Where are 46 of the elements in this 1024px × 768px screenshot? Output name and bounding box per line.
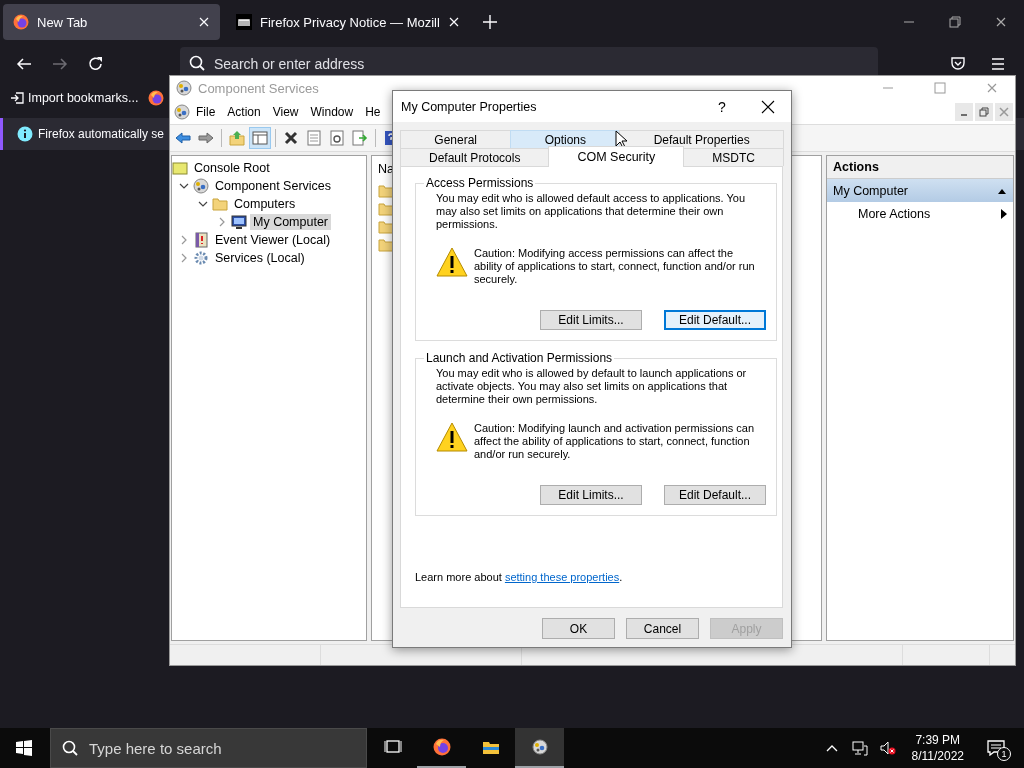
menu-item[interactable]: Action: [221, 105, 267, 119]
menu-item[interactable]: He: [359, 105, 387, 119]
menu-item[interactable]: Window: [304, 105, 360, 119]
description-text: You may edit who is allowed default access to applications. You may also set limits on applications that determine their own permissions.: [436, 192, 746, 231]
tree-item[interactable]: Console Root: [191, 160, 273, 176]
tree-item[interactable]: Event Viewer (Local): [212, 232, 334, 248]
edit-button[interactable]: Edit Limits...: [540, 310, 642, 330]
dialog-button[interactable]: OK: [542, 618, 615, 639]
menu-item[interactable]: View: [266, 105, 305, 119]
actions-header: Actions: [827, 156, 1013, 179]
edit-button[interactable]: Edit Limits...: [540, 485, 642, 505]
menu-item[interactable]: File: [190, 105, 222, 119]
dialog-title: My Computer Properties: [401, 99, 538, 114]
learn-more-text: Learn more about setting these properties.: [415, 571, 624, 583]
edit-button[interactable]: Edit Default...: [664, 310, 766, 330]
bookmark-item[interactable]: Import bookmarks...: [10, 91, 139, 105]
dialog-tab[interactable]: COM Security: [548, 146, 685, 167]
dialog-tab[interactable]: MSDTC: [683, 148, 784, 166]
dialog-button[interactable]: Cancel: [626, 618, 699, 639]
notification-count: 1: [997, 747, 1011, 761]
actions-section[interactable]: My Computer: [827, 179, 1013, 202]
action-item[interactable]: More Actions: [827, 202, 1013, 226]
dialog-tab[interactable]: Default Protocols: [400, 148, 550, 166]
dialog-tab[interactable]: Default Properties: [619, 130, 784, 148]
caution-text: Caution: Modifying access permissions can affect the ability of applications to start, connect, function and/or run securely.: [474, 247, 756, 286]
browser-tab[interactable]: New Tab: [3, 4, 220, 40]
help-button[interactable]: ?: [699, 98, 745, 115]
tree-item[interactable]: My Computer: [250, 214, 332, 230]
tree-item[interactable]: Services (Local): [212, 250, 308, 266]
address-field[interactable]: Search or enter address: [180, 47, 878, 75]
edit-button[interactable]: Edit Default...: [664, 485, 766, 505]
notifications-button[interactable]: 1: [976, 728, 1016, 768]
clock-date[interactable]: 8/11/2022: [911, 748, 964, 764]
dialog-tab[interactable]: Options: [510, 130, 621, 148]
browser-tab[interactable]: Firefox Privacy Notice — Mozill: [226, 4, 470, 40]
description-text: You may edit who is allowed by default to launch applications or activate objects. You may also set limits on applications that determine their own permissions.: [436, 367, 748, 406]
group-title: Launch and Activation Permissions: [425, 351, 614, 365]
caution-text: Caution: Modifying launch and activation permissions can affect the ability of applications to start, connect, function and/or run securely.: [474, 422, 756, 461]
window-title: Component Services: [198, 80, 320, 96]
group-title: Access Permissions: [425, 176, 535, 190]
tree-item[interactable]: Computers: [231, 196, 299, 212]
tree-item[interactable]: Component Services: [212, 178, 335, 194]
dialog-tab[interactable]: General: [400, 130, 512, 148]
notification-text: Firefox automatically se: [38, 127, 165, 141]
search-field[interactable]: Type here to search: [50, 728, 367, 768]
clock-time[interactable]: 7:39 PM: [915, 732, 961, 748]
